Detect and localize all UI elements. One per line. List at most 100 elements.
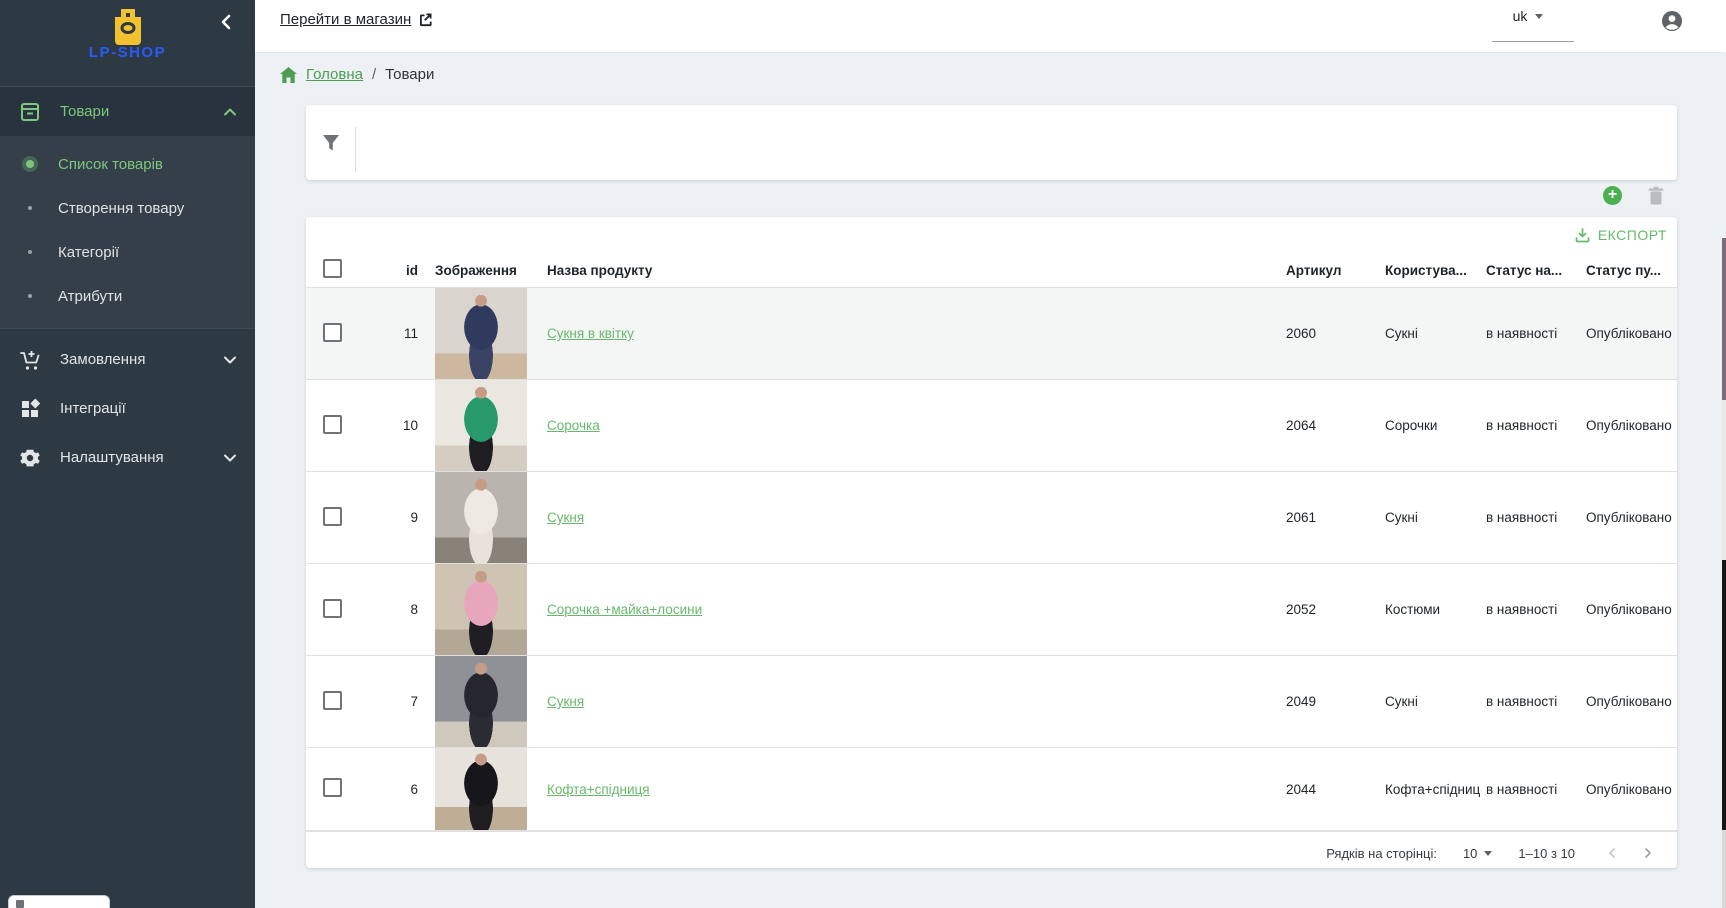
product-image <box>435 564 527 655</box>
column-header-published[interactable]: Статус пу... <box>1586 263 1677 278</box>
product-name-link[interactable]: Сукня в квітку <box>547 326 634 341</box>
row-category: Сукні <box>1385 510 1486 525</box>
bullet-icon <box>28 206 32 210</box>
row-checkbox[interactable] <box>323 323 342 342</box>
select-all-checkbox[interactable] <box>323 259 342 278</box>
topbar: Перейти в магазин uk <box>255 0 1722 53</box>
breadcrumb-home-link[interactable]: Головна <box>306 66 363 83</box>
app-window: LP-SHOP Товари Список товарів Створення … <box>0 0 1726 908</box>
table-body: 11 Сукня в квітку 2060 Сукні в наявності… <box>306 288 1677 831</box>
row-stock-status: в наявності <box>1486 510 1586 525</box>
row-id: 11 <box>354 326 435 341</box>
row-stock-status: в наявності <box>1486 326 1586 341</box>
pagination-range: 1–10 з 10 <box>1518 846 1575 861</box>
breadcrumb-current: Товари <box>385 66 434 83</box>
bullet-icon <box>28 294 32 298</box>
row-sku: 2061 <box>1286 510 1385 525</box>
table-row: 7 Сукня 2049 Сукні в наявності Опубліков… <box>306 656 1677 748</box>
row-publish-status: Опубліковано <box>1586 510 1677 525</box>
go-to-store-link[interactable]: Перейти в магазин <box>280 11 433 28</box>
select-caret-icon <box>1484 851 1492 856</box>
row-checkbox[interactable] <box>323 599 342 618</box>
sidebar-subitem[interactable]: Створення товару <box>0 186 255 230</box>
sidebar-item-orders[interactable]: Замовлення <box>0 335 255 384</box>
row-category: Костюми <box>1385 602 1486 617</box>
row-id: 9 <box>354 510 435 525</box>
sidebar-collapse-icon[interactable] <box>215 10 239 34</box>
sidebar-subitem[interactable]: Атрибути <box>0 274 255 318</box>
table-row: 11 Сукня в квітку 2060 Сукні в наявності… <box>306 288 1677 380</box>
sidebar: LP-SHOP Товари Список товарів Створення … <box>0 0 255 908</box>
column-header-image[interactable]: Зображення <box>435 263 527 278</box>
product-name-link[interactable]: Сукня <box>547 510 584 525</box>
sidebar-item-label: Товари <box>60 103 109 120</box>
sidebar-item-label: Замовлення <box>60 351 145 368</box>
sidebar-item-settings[interactable]: Налаштування <box>0 433 255 482</box>
box-icon <box>19 101 41 123</box>
row-checkbox[interactable] <box>323 778 342 797</box>
column-header-category[interactable]: Користува... <box>1385 263 1486 278</box>
row-id: 8 <box>354 602 435 617</box>
sidebar-item-products[interactable]: Товари <box>0 87 255 136</box>
row-id: 10 <box>354 418 435 433</box>
sidebar-subitem[interactable]: Категорії <box>0 230 255 274</box>
language-select-underline <box>1492 41 1574 42</box>
product-name-link[interactable]: Кофта+спідниця <box>547 782 650 797</box>
product-name-link[interactable]: Сукня <box>547 694 584 709</box>
page-next-icon[interactable] <box>1643 848 1653 858</box>
breadcrumb-separator: / <box>372 66 376 83</box>
row-category: Сукні <box>1385 326 1486 341</box>
account-icon[interactable] <box>1661 10 1683 32</box>
export-button[interactable]: ЕКСПОРТ <box>1575 227 1667 243</box>
filter-icon[interactable] <box>322 134 340 152</box>
row-sku: 2044 <box>1286 782 1385 797</box>
row-publish-status: Опубліковано <box>1586 782 1677 797</box>
sidebar-item-label: Налаштування <box>60 449 164 466</box>
rows-per-page-value: 10 <box>1463 846 1477 861</box>
home-icon[interactable] <box>280 67 297 83</box>
chevron-down-icon <box>223 353 237 367</box>
row-stock-status: в наявності <box>1486 782 1586 797</box>
row-category: Кофта+спідниц <box>1385 782 1486 797</box>
sidebar-subitem[interactable]: Список товарів <box>0 142 255 186</box>
row-publish-status: Опубліковано <box>1586 418 1677 433</box>
page-previous-icon[interactable] <box>1607 848 1617 858</box>
sidebar-item-label: Інтеграції <box>60 400 126 417</box>
sidebar-item-integrations[interactable]: Інтеграції <box>0 384 255 433</box>
select-caret-icon <box>1535 14 1543 19</box>
column-header-id[interactable]: id <box>354 263 435 278</box>
row-stock-status: в наявності <box>1486 694 1586 709</box>
logo: LP-SHOP <box>0 0 255 86</box>
row-stock-status: в наявності <box>1486 418 1586 433</box>
row-checkbox[interactable] <box>323 415 342 434</box>
sidebar-subitem-label: Створення товару <box>58 200 184 217</box>
product-name-link[interactable]: Сорочка +майка+лосини <box>547 602 702 617</box>
row-publish-status: Опубліковано <box>1586 694 1677 709</box>
add-product-button[interactable]: + <box>1603 186 1622 205</box>
row-sku: 2064 <box>1286 418 1385 433</box>
products-table-card: ЕКСПОРТ id Зображення Назва продукту Арт… <box>306 217 1677 868</box>
column-header-stock[interactable]: Статус на... <box>1486 263 1586 278</box>
product-image <box>435 472 527 563</box>
breadcrumb: Головна / Товари <box>280 66 434 83</box>
product-image <box>435 748 527 830</box>
column-header-name[interactable]: Назва продукту <box>527 263 1286 278</box>
row-category: Сорочки <box>1385 418 1486 433</box>
cart-plus-icon <box>19 349 41 371</box>
sidebar-divider <box>0 328 255 329</box>
row-publish-status: Опубліковано <box>1586 602 1677 617</box>
table-header: id Зображення Назва продукту Артикул Кор… <box>306 253 1677 288</box>
row-checkbox[interactable] <box>323 691 342 710</box>
widgets-icon <box>19 398 41 420</box>
rows-per-page-select[interactable]: 10 <box>1463 846 1492 861</box>
row-checkbox[interactable] <box>323 507 342 526</box>
row-sku: 2052 <box>1286 602 1385 617</box>
product-name-link[interactable]: Сорочка <box>547 418 600 433</box>
table-row: 8 Сорочка +майка+лосини 2052 Костюми в н… <box>306 564 1677 656</box>
delete-icon[interactable] <box>1647 186 1665 205</box>
screen-edge-artifact <box>1722 0 1726 908</box>
language-select[interactable]: uk <box>1502 8 1554 26</box>
column-header-sku[interactable]: Артикул <box>1286 263 1385 278</box>
table-actions: + <box>306 184 1677 206</box>
table-row: 10 Сорочка 2064 Сорочки в наявності Опуб… <box>306 380 1677 472</box>
